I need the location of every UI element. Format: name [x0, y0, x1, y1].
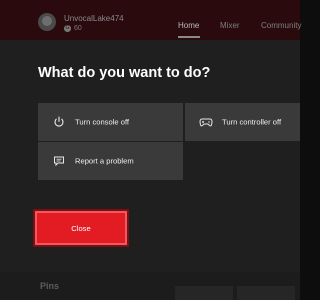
- gamertag: UnvocalLake474: [64, 14, 124, 23]
- report-a-problem-label: Report a problem: [75, 156, 134, 166]
- tab-home[interactable]: Home: [178, 21, 199, 30]
- power-icon: [52, 115, 66, 129]
- feedback-icon: [52, 154, 66, 168]
- turn-controller-off-button[interactable]: Turn controller off: [185, 103, 300, 141]
- tab-community[interactable]: Community: [261, 21, 301, 30]
- close-button-label: Close: [71, 223, 91, 233]
- gamerscore-icon: G: [64, 25, 71, 32]
- avatar[interactable]: [38, 13, 56, 31]
- pin-tile[interactable]: [175, 286, 233, 300]
- pins-heading: Pins: [40, 281, 60, 291]
- report-a-problem-button[interactable]: Report a problem: [38, 142, 183, 180]
- tab-mixer[interactable]: Mixer: [220, 21, 240, 30]
- controller-icon: [199, 115, 213, 129]
- turn-controller-off-label: Turn controller off: [222, 117, 282, 127]
- active-tab-indicator: [178, 36, 200, 38]
- gamerscore: G 60: [64, 25, 82, 32]
- close-button[interactable]: Close: [33, 209, 129, 247]
- gamerscore-value: 60: [74, 25, 82, 32]
- dialog-title: What do you want to do?: [38, 65, 211, 81]
- pin-tile[interactable]: [237, 286, 295, 300]
- turn-console-off-label: Turn console off: [75, 117, 130, 127]
- turn-console-off-button[interactable]: Turn console off: [38, 103, 183, 141]
